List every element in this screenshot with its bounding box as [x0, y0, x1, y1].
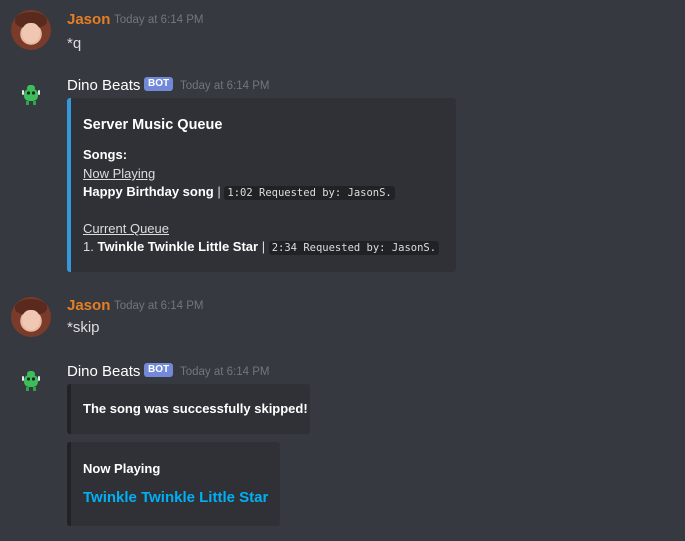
now-playing-song: Happy Birthday song [83, 184, 214, 199]
now-playing-title: Now Playing [83, 461, 161, 476]
songs-label: Songs: [83, 147, 128, 162]
username[interactable]: Dino Beats [67, 77, 140, 94]
skip-embed: The song was successfully skipped! [67, 384, 310, 434]
timestamp: Today at 6:14 PM [180, 366, 270, 378]
username[interactable]: Jason [67, 297, 110, 314]
timestamp: Today at 6:14 PM [114, 300, 204, 312]
embed-title: Server Music Queue [83, 117, 223, 133]
message-text: *q [67, 35, 82, 52]
current-queue-label: Current Queue [83, 221, 169, 236]
queue-item: 1. Twinkle Twinkle Little Star | 2:34 Re… [83, 239, 440, 255]
skip-message: The song was successfully skipped! [83, 401, 308, 416]
avatar[interactable] [11, 297, 51, 337]
avatar-face [22, 310, 40, 330]
now-playing-info: 1:02 Requested by: JasonS. [224, 186, 395, 200]
queue-item-index: 1. [83, 239, 94, 254]
bot-tag: BOT [144, 363, 174, 377]
username[interactable]: Jason [67, 11, 110, 28]
username[interactable]: Dino Beats [67, 363, 140, 380]
bot-tag: BOT [144, 77, 174, 91]
queue-item-song: Twinkle Twinkle Little Star [97, 239, 259, 254]
song-link[interactable]: Twinkle Twinkle Little Star [83, 489, 268, 506]
avatar[interactable] [11, 76, 51, 116]
avatar[interactable] [11, 10, 51, 50]
separator: | [261, 239, 266, 254]
separator: | [217, 184, 221, 199]
dino-avatar-icon [22, 85, 40, 105]
now-playing-label: Now Playing [83, 166, 156, 181]
message-text: *skip [67, 319, 100, 336]
queue-embed: Server Music Queue Songs: Now Playing Ha… [67, 98, 456, 272]
chat-messages: Jason Today at 6:14 PM *q Dino Beats BOT… [0, 0, 685, 541]
dino-avatar-icon [22, 371, 40, 391]
timestamp: Today at 6:14 PM [180, 80, 270, 92]
timestamp: Today at 6:14 PM [114, 14, 204, 26]
avatar-face [22, 23, 40, 43]
avatar[interactable] [11, 362, 51, 402]
queue-item-info: 2:34 Requested by: JasonS. [268, 241, 440, 255]
now-playing-embed: Now Playing Twinkle Twinkle Little Star [67, 442, 280, 526]
now-playing-row: Happy Birthday song | 1:02 Requested by:… [83, 184, 395, 200]
